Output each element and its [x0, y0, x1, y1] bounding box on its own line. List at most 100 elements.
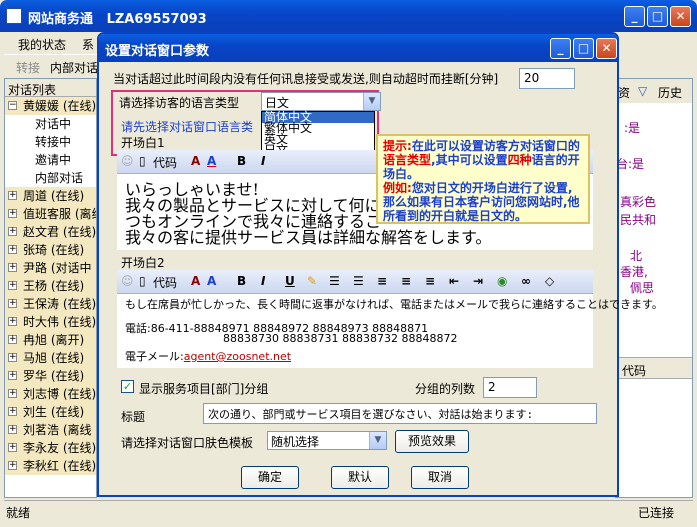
email-link[interactable]: agent@zoosnet.net	[184, 350, 291, 363]
tree-group[interactable]: + 李永友 (在线)	[5, 439, 96, 457]
emoji-icon[interactable]: ☺	[121, 154, 134, 168]
expand-icon[interactable]: +	[8, 461, 17, 470]
expand-icon[interactable]: +	[8, 317, 17, 326]
tree-group[interactable]: + 尹路 (对话中	[5, 259, 96, 277]
transfer-button[interactable]: 转接	[16, 59, 40, 76]
bold-icon[interactable]: B	[237, 274, 246, 288]
tree-subitem[interactable]: 对话中	[5, 115, 96, 133]
tree-label: 李秋红 (在线)	[23, 459, 97, 473]
opening2-editor[interactable]: ☺ ▯ 代码 A A B I U ✎ ☰ ☰ ≡ ≡ ≡ ⇤ ⇥ ◉ ∞ ◇ も…	[117, 270, 663, 368]
expand-icon[interactable]: +	[8, 209, 17, 218]
underline-icon[interactable]: U	[285, 274, 295, 288]
expand-icon[interactable]: +	[8, 335, 17, 344]
tree-label: 刘生 (在线)	[23, 405, 85, 419]
expand-icon[interactable]: +	[8, 281, 17, 290]
dialog-minimize-button[interactable]: _	[550, 38, 571, 59]
expand-icon[interactable]: +	[8, 425, 17, 434]
preview-button[interactable]: 预览效果	[395, 430, 469, 453]
tree-group[interactable]: + 冉旭 (离开)	[5, 331, 96, 349]
cancel-button[interactable]: 取消	[411, 466, 469, 489]
right-code-label[interactable]: 代码	[622, 362, 646, 379]
tab-history[interactable]: 历史	[658, 84, 682, 101]
italic-icon[interactable]: I	[261, 274, 265, 288]
show-dept-checkbox[interactable]: ✓	[121, 380, 134, 393]
hint-link[interactable]: 请先选择对话窗口语言类	[121, 118, 253, 135]
link-icon[interactable]: ∞	[521, 274, 531, 288]
highlight-icon[interactable]: ✎	[307, 274, 317, 288]
font-color-icon[interactable]: A	[207, 274, 216, 288]
opening2-email-line: 電子メール:agent@zoosnet.net	[125, 350, 292, 363]
tree-group[interactable]: + 王保涛 (在线)	[5, 295, 96, 313]
tree-group[interactable]: + 刘志博 (在线)	[5, 385, 96, 403]
font-color-icon[interactable]: A	[207, 154, 216, 168]
expand-icon[interactable]: +	[8, 389, 17, 398]
unordered-list-icon[interactable]: ☰	[353, 274, 364, 288]
expand-icon[interactable]: +	[8, 443, 17, 452]
timeout-input[interactable]: 20	[519, 68, 575, 89]
expand-icon[interactable]: +	[8, 191, 17, 200]
tree-group[interactable]: + 张琦 (在线)	[5, 241, 96, 259]
ok-button[interactable]: 确定	[241, 466, 299, 489]
font-icon[interactable]: A	[191, 274, 200, 288]
emoji-icon[interactable]: ☺	[121, 274, 134, 288]
minimize-button[interactable]: _	[624, 6, 645, 27]
tree-subitem[interactable]: 邀请中	[5, 151, 96, 169]
tree-group[interactable]: + 刘茗浩 (离线	[5, 421, 96, 439]
font-icon[interactable]: A	[191, 154, 200, 168]
skin-label: 请选择对话窗口肤色模板	[121, 436, 254, 450]
tree-label: 刘志博 (在线)	[23, 387, 97, 401]
collapse-icon[interactable]: −	[8, 101, 17, 110]
right-snippet: 真彩色	[620, 195, 657, 209]
tree-group[interactable]: + 李秋红 (在线)	[5, 457, 96, 475]
maximize-button[interactable]: □	[647, 6, 668, 27]
tree-group[interactable]: + 时大伟 (在线)	[5, 313, 96, 331]
tab-info[interactable]: 资	[618, 84, 630, 101]
align-center-icon[interactable]: ≡	[401, 274, 411, 288]
align-left-icon[interactable]: ≡	[377, 274, 387, 288]
tree-group[interactable]: + 赵文君 (在线)	[5, 223, 96, 241]
menu-my-status[interactable]: 我的状态	[18, 36, 66, 53]
code-icon[interactable]: ▯	[139, 274, 146, 288]
eraser-icon[interactable]: ◇	[545, 274, 554, 288]
columns-input[interactable]: 2	[483, 377, 537, 398]
dialog-close-button[interactable]: ✕	[596, 38, 617, 59]
code-button[interactable]: 代码	[153, 274, 177, 291]
menu-system[interactable]: 系	[82, 36, 94, 53]
expand-icon[interactable]: +	[8, 353, 17, 362]
dialog-titlebar: 设置对话窗口参数 _ □ ✕	[99, 34, 617, 62]
chevron-down-icon[interactable]: ▼	[369, 432, 386, 449]
expand-icon[interactable]: +	[8, 371, 17, 380]
tree-group[interactable]: + 马旭 (在线)	[5, 349, 96, 367]
globe-icon[interactable]: ◉	[497, 274, 507, 288]
default-button[interactable]: 默认	[331, 466, 389, 489]
align-right-icon[interactable]: ≡	[425, 274, 435, 288]
italic-icon[interactable]: I	[261, 154, 265, 168]
dialog-maximize-button[interactable]: □	[573, 38, 594, 59]
close-button[interactable]: ✕	[670, 6, 691, 27]
indent-icon[interactable]: ⇥	[473, 274, 483, 288]
heading-input[interactable]: 次の通り、部門或サービス項目を選びなさい、対話は始まります:	[203, 403, 597, 424]
code-icon[interactable]: ▯	[139, 154, 146, 168]
expand-icon[interactable]: +	[8, 299, 17, 308]
tree-group[interactable]: + 罗华 (在线)	[5, 367, 96, 385]
language-selected: 日文	[265, 96, 290, 110]
tree-group[interactable]: + 周道 (在线)	[5, 187, 96, 205]
tree-subitem[interactable]: 转接中	[5, 133, 96, 151]
expand-icon[interactable]: +	[8, 227, 17, 236]
outdent-icon[interactable]: ⇤	[449, 274, 459, 288]
internal-chat-button[interactable]: 内部对话	[50, 59, 98, 76]
chevron-down-icon[interactable]: ▼	[363, 93, 380, 110]
tree-group[interactable]: + 刘生 (在线)	[5, 403, 96, 421]
tree-subitem[interactable]: 内部对话	[5, 169, 96, 187]
expand-icon[interactable]: +	[8, 263, 17, 272]
expand-icon[interactable]: +	[8, 245, 17, 254]
bold-icon[interactable]: B	[237, 154, 246, 168]
ordered-list-icon[interactable]: ☰	[329, 274, 340, 288]
skin-select[interactable]: 随机选择 ▼	[267, 431, 387, 450]
language-select[interactable]: 日文 ▼	[261, 92, 381, 111]
code-button[interactable]: 代码	[153, 154, 177, 171]
tree-group[interactable]: − 黄媛媛 (在线)	[5, 97, 96, 115]
expand-icon[interactable]: +	[8, 407, 17, 416]
tree-group[interactable]: + 王杨 (在线)	[5, 277, 96, 295]
tree-group[interactable]: + 值班客服 (离线	[5, 205, 96, 223]
